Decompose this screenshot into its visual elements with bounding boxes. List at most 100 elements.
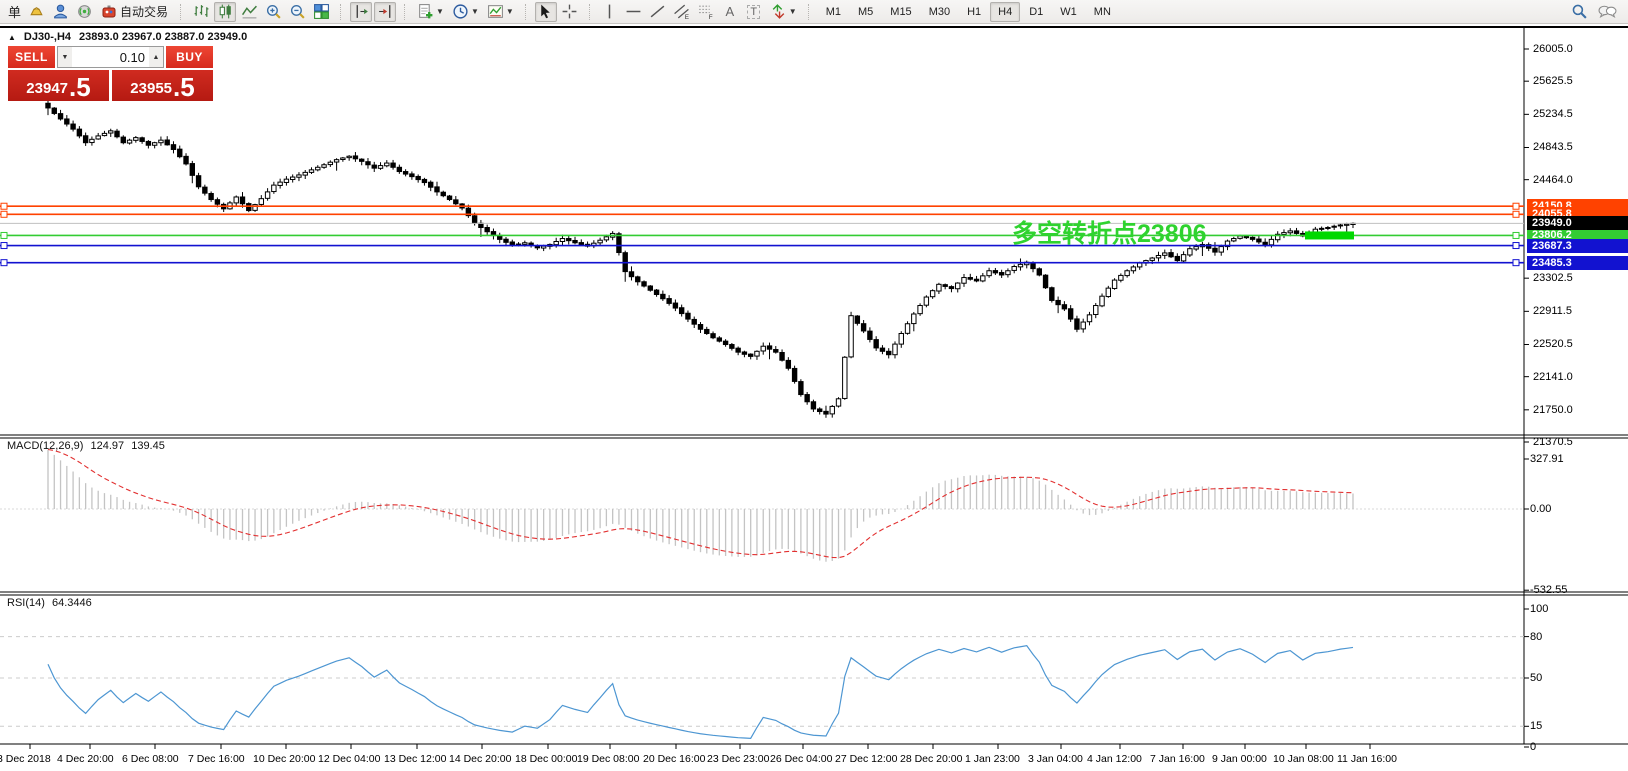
- line-handle[interactable]: [1513, 232, 1519, 238]
- candle: [968, 278, 972, 280]
- candle: [686, 313, 690, 319]
- timeframe-D1[interactable]: D1: [1021, 2, 1051, 22]
- candle: [811, 402, 815, 409]
- text-label-tool-button[interactable]: T: [743, 2, 765, 22]
- candle: [247, 204, 251, 211]
- fibonacci-tool-button[interactable]: F: [695, 2, 717, 22]
- buy-label: BUY: [176, 50, 203, 64]
- candle: [905, 324, 909, 334]
- buy-button[interactable]: BUY: [166, 46, 213, 68]
- candle: [836, 399, 840, 406]
- candle: [1068, 309, 1072, 319]
- volume-increase-button[interactable]: ▲: [149, 47, 163, 67]
- tile-windows-button[interactable]: [310, 2, 332, 22]
- trendline-icon: [649, 3, 666, 20]
- candle: [956, 283, 960, 289]
- timeframe-M5[interactable]: M5: [850, 2, 881, 22]
- line-handle[interactable]: [1, 211, 7, 217]
- signal-icon[interactable]: [73, 2, 95, 22]
- line-handle[interactable]: [1, 232, 7, 238]
- candle: [868, 331, 872, 339]
- buy-price: 23955: [130, 79, 172, 99]
- auto-trading-button[interactable]: 自动交易: [97, 2, 172, 22]
- timeframe-H4[interactable]: H4: [990, 2, 1020, 22]
- volume-input[interactable]: [72, 47, 149, 67]
- candle: [1163, 253, 1167, 255]
- cursor-tool-button[interactable]: [535, 2, 557, 22]
- search-button[interactable]: [1568, 2, 1590, 22]
- candle: [416, 176, 420, 179]
- text-tool-button[interactable]: A: [719, 2, 741, 22]
- timeframe-M30[interactable]: M30: [921, 2, 958, 22]
- symbol-period-label: DJ30-,H4: [24, 31, 71, 43]
- timeframe-M1[interactable]: M1: [818, 2, 849, 22]
- trend-highlight-bar[interactable]: [1305, 231, 1354, 239]
- crosshair-tool-button[interactable]: [559, 2, 581, 22]
- auto-scroll-button[interactable]: [374, 2, 396, 22]
- candle: [567, 239, 571, 241]
- indicators-button[interactable]: ▼: [414, 2, 447, 22]
- gold-ingot-icon: [28, 3, 45, 20]
- line-handle[interactable]: [1513, 203, 1519, 209]
- signal-icon: [76, 3, 93, 20]
- zoom-out-button[interactable]: [286, 2, 308, 22]
- candle: [316, 167, 320, 170]
- candle: [334, 160, 338, 162]
- accounts-icon[interactable]: [49, 2, 71, 22]
- candle: [1137, 263, 1141, 267]
- line-handle[interactable]: [1, 260, 7, 266]
- candle: [1288, 231, 1292, 233]
- trendline-tool-button[interactable]: [647, 2, 669, 22]
- fibonacci-icon: F: [697, 3, 714, 20]
- sell-button[interactable]: SELL: [8, 46, 55, 68]
- volume-decrease-button[interactable]: ▼: [58, 47, 72, 67]
- line-handle[interactable]: [1513, 211, 1519, 217]
- gold-ingot-icon[interactable]: [25, 2, 47, 22]
- candle: [1263, 242, 1267, 244]
- zoom-in-button[interactable]: [262, 2, 284, 22]
- candle: [560, 239, 564, 242]
- chart-shift-button[interactable]: [350, 2, 372, 22]
- candle: [1232, 239, 1236, 241]
- arrows-tool-button[interactable]: ▼: [767, 2, 800, 22]
- templates-button[interactable]: ▼: [484, 2, 517, 22]
- collapse-icon[interactable]: ▲: [8, 33, 16, 42]
- line-chart-mode-button[interactable]: [238, 2, 260, 22]
- equidistant-channel-tool-button[interactable]: E: [671, 2, 693, 22]
- toolbar-separator: [808, 4, 812, 20]
- candle: [598, 240, 602, 243]
- horizontal-line-tool-button[interactable]: [623, 2, 645, 22]
- candle: [265, 192, 269, 198]
- bar-chart-mode-button[interactable]: [190, 2, 212, 22]
- line-handle[interactable]: [1, 203, 7, 209]
- candle: [523, 243, 527, 245]
- candle: [303, 172, 307, 175]
- candle: [654, 290, 658, 294]
- svg-text:F: F: [709, 14, 713, 20]
- toolbar-separator: [180, 4, 184, 20]
- timeframe-W1[interactable]: W1: [1052, 2, 1085, 22]
- timeframe-M15[interactable]: M15: [882, 2, 919, 22]
- candle: [1056, 300, 1060, 304]
- chat-button[interactable]: [1596, 2, 1618, 22]
- line-handle[interactable]: [1513, 260, 1519, 266]
- vertical-line-icon: [601, 3, 618, 20]
- timeframe-H1[interactable]: H1: [959, 2, 989, 22]
- candle: [1131, 267, 1135, 271]
- candle: [171, 145, 175, 150]
- chart-canvas[interactable]: [0, 27, 1628, 771]
- sell-price-box[interactable]: 23947 .5: [8, 70, 109, 101]
- new-order-button[interactable]: 单: [6, 2, 23, 21]
- candle: [893, 344, 897, 355]
- candlestick-mode-button[interactable]: [214, 2, 236, 22]
- line-handle[interactable]: [1513, 243, 1519, 249]
- vertical-line-tool-button[interactable]: [599, 2, 621, 22]
- periods-button[interactable]: ▼: [449, 2, 482, 22]
- timeframe-MN[interactable]: MN: [1086, 2, 1119, 22]
- candle: [378, 166, 382, 169]
- horizontal-line-icon: [625, 3, 642, 20]
- candle: [1075, 319, 1079, 329]
- buy-price-box[interactable]: 23955 .5: [112, 70, 213, 101]
- line-handle[interactable]: [1, 243, 7, 249]
- cursor-icon: [537, 3, 554, 20]
